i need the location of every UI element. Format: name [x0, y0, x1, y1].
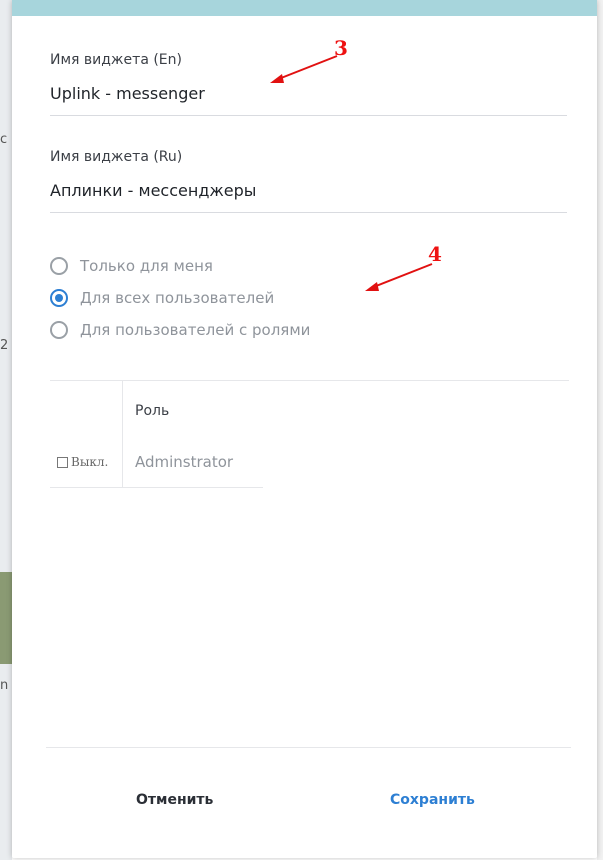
annotation-arrow-4 — [365, 263, 433, 291]
roles-table-row-border — [50, 487, 263, 488]
roles-table-column-divider — [122, 380, 123, 488]
widget-settings-modal: Имя виджета (En) Uplink - messenger Имя … — [12, 0, 597, 858]
visibility-option-all-users[interactable]: Для всех пользователей — [50, 289, 274, 307]
radio-unchecked-icon[interactable] — [50, 321, 68, 339]
modal-footer-divider — [46, 747, 571, 748]
radio-unchecked-icon[interactable] — [50, 257, 68, 275]
visibility-option-roles[interactable]: Для пользователей с ролями — [50, 321, 310, 339]
background-image — [0, 572, 12, 664]
background-app-edge-right — [597, 0, 603, 860]
widget-name-ru-label: Имя виджета (Ru) — [50, 149, 183, 165]
background-app-edge: c 2 n — [0, 0, 12, 860]
radio-checked-icon[interactable] — [50, 289, 68, 307]
annotation-arrow-3 — [270, 55, 338, 83]
modal-header-bar — [12, 0, 597, 16]
visibility-option-label: Только для меня — [80, 257, 213, 275]
roles-table-top-border — [50, 380, 569, 381]
widget-name-ru-field[interactable]: Имя виджета (Ru) Аплинки - мессенджеры — [50, 149, 567, 213]
visibility-option-only-me[interactable]: Только для меня — [50, 257, 213, 275]
checkbox-icon[interactable] — [57, 456, 68, 468]
background-text: c — [0, 132, 8, 147]
roles-table-cell-role: Adminstrator — [135, 453, 234, 471]
background-text: 2 — [0, 338, 9, 353]
roles-table-header-role: Роль — [135, 403, 170, 419]
widget-name-ru-input[interactable]: Аплинки - мессенджеры — [50, 181, 567, 212]
visibility-option-label: Для всех пользователей — [80, 289, 275, 307]
background-text: n — [0, 678, 9, 693]
role-toggle[interactable]: Выкл. — [57, 455, 108, 469]
visibility-option-label: Для пользователей с ролями — [80, 321, 311, 339]
save-button[interactable]: Сохранить — [390, 792, 475, 808]
role-toggle-label: Выкл. — [71, 455, 109, 469]
cancel-button[interactable]: Отменить — [136, 792, 213, 808]
